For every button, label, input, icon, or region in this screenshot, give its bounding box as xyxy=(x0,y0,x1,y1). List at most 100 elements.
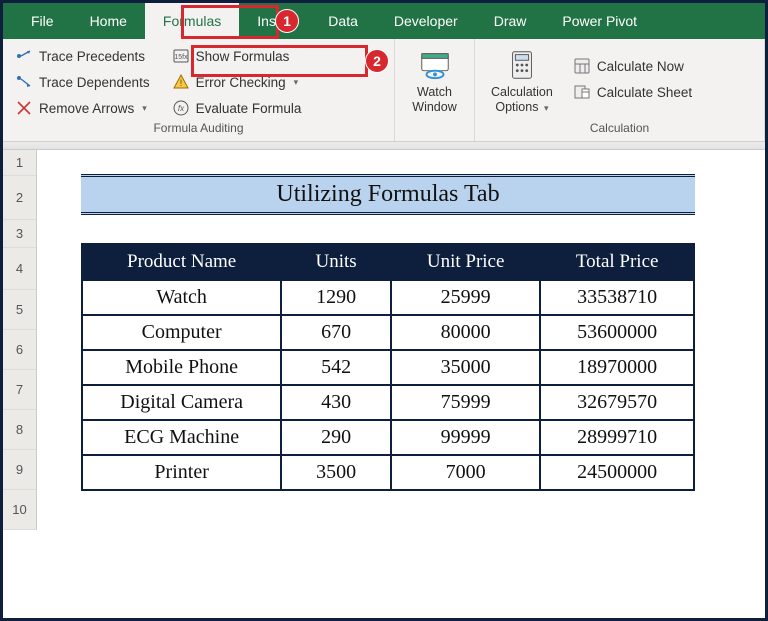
page-title: Utilizing Formulas Tab xyxy=(81,174,695,215)
evaluate-formula-label: Evaluate Formula xyxy=(196,101,302,116)
data-table: Product Name Units Unit Price Total Pric… xyxy=(81,243,695,491)
cell-unit-price[interactable]: 80000 xyxy=(391,315,540,350)
watch-window-label-1: Watch xyxy=(417,85,452,99)
evaluate-formula-button[interactable]: fx Evaluate Formula xyxy=(168,97,306,119)
row-header[interactable]: 8 xyxy=(3,410,36,450)
calculate-sheet-button[interactable]: Calculate Sheet xyxy=(569,81,696,103)
cell-units[interactable]: 542 xyxy=(281,350,391,385)
cell-total[interactable]: 24500000 xyxy=(540,455,694,490)
trace-dependents-icon xyxy=(15,73,33,91)
tab-home[interactable]: Home xyxy=(72,3,145,39)
calculate-sheet-icon xyxy=(573,83,591,101)
cell-product[interactable]: Watch xyxy=(82,280,281,315)
table-row: ECG Machine 290 99999 28999710 xyxy=(82,420,694,455)
row-header[interactable]: 9 xyxy=(3,450,36,490)
table-row: Mobile Phone 542 35000 18970000 xyxy=(82,350,694,385)
cell-total[interactable]: 33538710 xyxy=(540,280,694,315)
calculate-now-button[interactable]: Calculate Now xyxy=(569,55,696,77)
calc-options-label-1: Calculation xyxy=(491,85,553,99)
calculation-group-label: Calculation xyxy=(483,119,756,139)
trace-dependents-label: Trace Dependents xyxy=(39,75,150,90)
row-header[interactable]: 1 xyxy=(3,150,36,176)
row-header[interactable]: 4 xyxy=(3,248,36,290)
tab-developer[interactable]: Developer xyxy=(376,3,476,39)
cell-units[interactable]: 430 xyxy=(281,385,391,420)
show-formulas-label: Show Formulas xyxy=(196,49,290,64)
svg-text:15fx: 15fx xyxy=(174,54,188,61)
tab-draw[interactable]: Draw xyxy=(476,3,545,39)
watch-window-button[interactable]: WatchWindow xyxy=(404,43,464,119)
tab-file[interactable]: File xyxy=(13,3,72,39)
table-row: Digital Camera 430 75999 32679570 xyxy=(82,385,694,420)
calculate-sheet-label: Calculate Sheet xyxy=(597,85,692,100)
cell-product[interactable]: Computer xyxy=(82,315,281,350)
cell-total[interactable]: 32679570 xyxy=(540,385,694,420)
table-row: Watch 1290 25999 33538710 xyxy=(82,280,694,315)
cell-product[interactable]: ECG Machine xyxy=(82,420,281,455)
tab-powerpivot[interactable]: Power Pivot xyxy=(544,3,655,39)
trace-precedents-icon xyxy=(15,47,33,65)
chevron-down-icon: ▾ xyxy=(294,77,299,88)
cell-units[interactable]: 670 xyxy=(281,315,391,350)
menu-tab-bar: File Home Formulas Insert Data Developer… xyxy=(3,3,765,39)
trace-precedents-button[interactable]: Trace Precedents xyxy=(11,45,154,67)
show-formulas-icon: 15fx xyxy=(172,47,190,65)
cell-product[interactable]: Digital Camera xyxy=(82,385,281,420)
svg-text:!: ! xyxy=(179,78,182,88)
cell-unit-price[interactable]: 99999 xyxy=(391,420,540,455)
trace-dependents-button[interactable]: Trace Dependents xyxy=(11,71,154,93)
remove-arrows-label: Remove Arrows xyxy=(39,101,134,116)
calculate-now-icon xyxy=(573,57,591,75)
table-header-row: Product Name Units Unit Price Total Pric… xyxy=(82,244,694,280)
table-row: Computer 670 80000 53600000 xyxy=(82,315,694,350)
calculator-icon xyxy=(504,47,540,83)
svg-text:fx: fx xyxy=(177,104,184,113)
cell-unit-price[interactable]: 25999 xyxy=(391,280,540,315)
error-checking-icon: ! xyxy=(172,73,190,91)
cell-units[interactable]: 3500 xyxy=(281,455,391,490)
watch-window-icon xyxy=(417,47,453,83)
row-header[interactable]: 7 xyxy=(3,370,36,410)
cell-unit-price[interactable]: 7000 xyxy=(391,455,540,490)
cell-product[interactable]: Mobile Phone xyxy=(82,350,281,385)
column-header-strip xyxy=(3,142,765,150)
cell-total[interactable]: 53600000 xyxy=(540,315,694,350)
chevron-down-icon: ▾ xyxy=(142,103,147,114)
col-total[interactable]: Total Price xyxy=(540,244,694,280)
row-header[interactable]: 10 xyxy=(3,490,36,530)
worksheet-area[interactable]: Utilizing Formulas Tab Product Name Unit… xyxy=(37,150,765,530)
cell-total[interactable]: 18970000 xyxy=(540,350,694,385)
cell-units[interactable]: 1290 xyxy=(281,280,391,315)
cell-unit-price[interactable]: 35000 xyxy=(391,350,540,385)
cell-total[interactable]: 28999710 xyxy=(540,420,694,455)
watch-window-label-2: Window xyxy=(412,100,456,114)
tab-formulas[interactable]: Formulas xyxy=(145,3,239,39)
callout-2: 2 xyxy=(365,49,389,73)
formula-auditing-group-label: Formula Auditing xyxy=(11,119,386,139)
error-checking-label: Error Checking xyxy=(196,75,286,90)
trace-precedents-label: Trace Precedents xyxy=(39,49,145,64)
table-row: Printer 3500 7000 24500000 xyxy=(82,455,694,490)
remove-arrows-button[interactable]: Remove Arrows ▾ xyxy=(11,97,154,119)
calculate-now-label: Calculate Now xyxy=(597,59,684,74)
cell-unit-price[interactable]: 75999 xyxy=(391,385,540,420)
remove-arrows-icon xyxy=(15,99,33,117)
row-header[interactable]: 5 xyxy=(3,290,36,330)
error-checking-button[interactable]: ! Error Checking ▾ xyxy=(168,71,306,93)
row-header[interactable]: 3 xyxy=(3,220,36,248)
chevron-down-icon: ▾ xyxy=(544,103,549,113)
tab-data[interactable]: Data xyxy=(310,3,376,39)
show-formulas-button[interactable]: 15fx Show Formulas xyxy=(168,45,306,67)
row-header[interactable]: 6 xyxy=(3,330,36,370)
cell-product[interactable]: Printer xyxy=(82,455,281,490)
row-header[interactable]: 2 xyxy=(3,176,36,220)
calculation-options-button[interactable]: CalculationOptions ▾ xyxy=(483,43,561,119)
row-headers: 1 2 3 4 5 6 7 8 9 10 xyxy=(3,150,37,530)
cell-units[interactable]: 290 xyxy=(281,420,391,455)
col-unit-price[interactable]: Unit Price xyxy=(391,244,540,280)
col-units[interactable]: Units xyxy=(281,244,391,280)
calc-options-label-2: Options xyxy=(495,100,538,114)
callout-1: 1 xyxy=(275,9,299,33)
col-product[interactable]: Product Name xyxy=(82,244,281,280)
evaluate-formula-icon: fx xyxy=(172,99,190,117)
